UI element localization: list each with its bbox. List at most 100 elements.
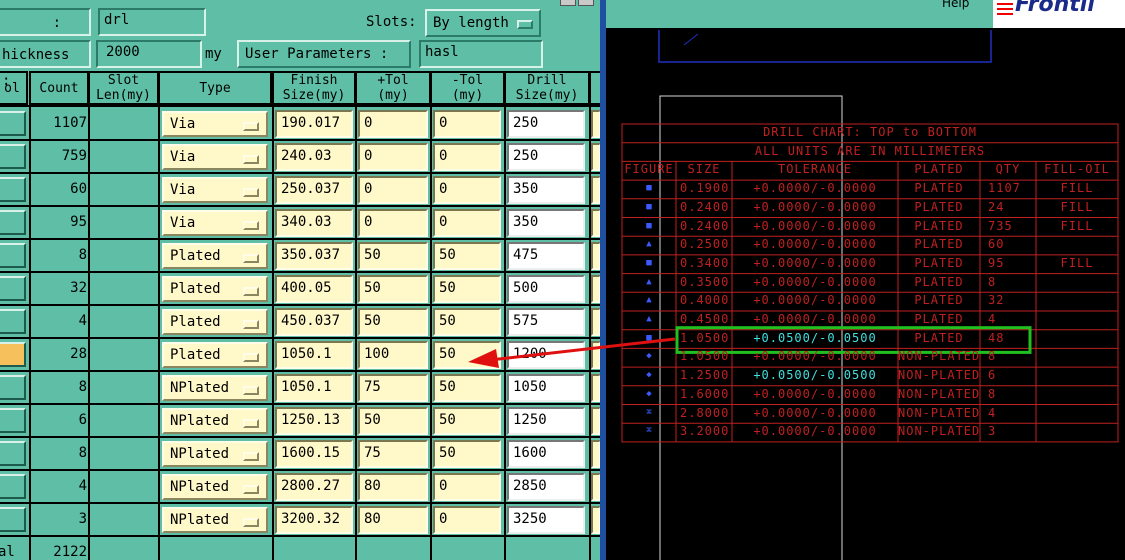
type-option-menu[interactable]: NPlated bbox=[162, 375, 268, 401]
drill-size-input[interactable]: 1250 bbox=[507, 407, 585, 435]
finish-size-input[interactable]: 350.037 bbox=[275, 242, 353, 270]
finish-size-input[interactable]: 340.03 bbox=[275, 209, 353, 237]
table-row: 1107 Via 190.017 0 0 250 bbox=[0, 107, 602, 140]
tool-select-button[interactable] bbox=[0, 111, 26, 136]
figure-symbol-icon: ◆ bbox=[646, 351, 652, 362]
finish-size-input[interactable]: 1050.1 bbox=[275, 374, 353, 402]
finish-size-input[interactable]: 1250.13 bbox=[275, 407, 353, 435]
tool-select-button[interactable] bbox=[0, 342, 26, 367]
plus-tol-input[interactable]: 0 bbox=[358, 176, 428, 204]
drill-size-input[interactable]: 575 bbox=[507, 308, 585, 336]
drill-size-input[interactable]: 1050 bbox=[507, 374, 585, 402]
tool-select-button[interactable] bbox=[0, 375, 26, 400]
header-finish-size-label: Finish Size(my) bbox=[282, 73, 346, 103]
finish-size-input[interactable]: 1600.15 bbox=[275, 440, 353, 468]
chart-qty-cell: 60 bbox=[988, 237, 1005, 252]
chart-size-cell: 0.4000 bbox=[680, 293, 730, 308]
minus-tol-input[interactable]: 50 bbox=[433, 374, 501, 402]
type-option-menu[interactable]: NPlated bbox=[162, 441, 268, 467]
tool-select-button[interactable] bbox=[0, 243, 26, 268]
type-value: NPlated bbox=[170, 380, 230, 396]
plus-tol-input[interactable]: 100 bbox=[358, 341, 428, 369]
finish-size-input[interactable]: 1050.1 bbox=[275, 341, 353, 369]
header-slot-len: Slot Len(my) bbox=[88, 71, 159, 105]
finish-size-input[interactable]: 450.037 bbox=[275, 308, 353, 336]
minus-tol-input[interactable]: 0 bbox=[433, 209, 501, 237]
drill-size-input[interactable]: 500 bbox=[507, 275, 585, 303]
tool-select-button[interactable] bbox=[0, 408, 26, 433]
drill-size-input[interactable]: 1600 bbox=[507, 440, 585, 468]
drill-size-input[interactable]: 350 bbox=[507, 176, 585, 204]
tool-select-button[interactable] bbox=[0, 474, 26, 499]
tool-select-button[interactable] bbox=[0, 144, 26, 169]
chart-fill-cell: FILL bbox=[1060, 218, 1094, 233]
drill-size-input[interactable]: 350 bbox=[507, 209, 585, 237]
tool-select-button[interactable] bbox=[0, 309, 26, 334]
type-option-menu[interactable]: Plated bbox=[162, 309, 268, 335]
minus-tol-input[interactable]: 50 bbox=[433, 242, 501, 270]
minus-tol-input[interactable]: 50 bbox=[433, 308, 501, 336]
plus-tol-input[interactable]: 50 bbox=[358, 308, 428, 336]
plus-tol-input[interactable]: 80 bbox=[358, 506, 428, 534]
type-option-menu[interactable]: Plated bbox=[162, 276, 268, 302]
drill-size-input[interactable]: 475 bbox=[507, 242, 585, 270]
option-menu-indicator-icon bbox=[243, 122, 259, 131]
type-option-menu[interactable]: Via bbox=[162, 144, 268, 170]
finish-size-input[interactable]: 190.017 bbox=[275, 110, 353, 138]
minus-tol-input[interactable]: 0 bbox=[433, 506, 501, 534]
tool-select-button[interactable] bbox=[0, 507, 26, 532]
drill-size-input[interactable]: 3250 bbox=[507, 506, 585, 534]
chart-title: DRILL CHART: TOP to BOTTOM bbox=[763, 125, 977, 139]
plus-tol-input[interactable]: 50 bbox=[358, 275, 428, 303]
finish-size-input[interactable]: 250.037 bbox=[275, 176, 353, 204]
drill-size-input[interactable]: 250 bbox=[507, 110, 585, 138]
cad-viewport[interactable]: Help Frontli DRILL CHART: TOP to BOTTOM A… bbox=[606, 0, 1125, 560]
user-parameters-button[interactable]: User Parameters : bbox=[237, 40, 411, 68]
plus-tol-input[interactable]: 0 bbox=[358, 110, 428, 138]
minus-tol-input[interactable]: 50 bbox=[433, 341, 501, 369]
plus-tol-input[interactable]: 0 bbox=[358, 209, 428, 237]
minus-tol-input[interactable]: 50 bbox=[433, 407, 501, 435]
tool-select-button[interactable] bbox=[0, 276, 26, 301]
tool-select-button[interactable] bbox=[0, 210, 26, 235]
finish-size-input[interactable]: 400.05 bbox=[275, 275, 353, 303]
slots-option-menu[interactable]: By length bbox=[425, 9, 541, 37]
type-option-menu[interactable]: Via bbox=[162, 210, 268, 236]
minus-tol-input[interactable]: 0 bbox=[433, 110, 501, 138]
finish-size-input[interactable]: 2800.27 bbox=[275, 473, 353, 501]
plus-tol-input[interactable]: 80 bbox=[358, 473, 428, 501]
thickness-field[interactable]: 2000 bbox=[96, 40, 202, 68]
drill-size-input[interactable]: 250 bbox=[507, 143, 585, 171]
close-window-button[interactable] bbox=[578, 0, 594, 6]
drill-size-input[interactable]: 2850 bbox=[507, 473, 585, 501]
minus-tol-input[interactable]: 0 bbox=[433, 176, 501, 204]
minus-tol-input[interactable]: 50 bbox=[433, 440, 501, 468]
type-option-menu[interactable]: Plated bbox=[162, 243, 268, 269]
minimize-window-button[interactable] bbox=[560, 0, 576, 6]
plus-tol-input[interactable]: 50 bbox=[358, 407, 428, 435]
finish-size-input[interactable]: 240.03 bbox=[275, 143, 353, 171]
drill-size-input[interactable]: 1200 bbox=[507, 341, 585, 369]
type-option-menu[interactable]: Plated bbox=[162, 342, 268, 368]
drill-file-name-field[interactable]: drl bbox=[98, 8, 206, 36]
drill-file-label: : bbox=[0, 8, 91, 36]
tool-select-button[interactable] bbox=[0, 441, 26, 466]
plus-tol-input[interactable]: 75 bbox=[358, 374, 428, 402]
type-option-menu[interactable]: Via bbox=[162, 177, 268, 203]
minus-tol-input[interactable]: 0 bbox=[433, 473, 501, 501]
chart-tolerance-cell: +0.0000/-0.0000 bbox=[753, 274, 877, 289]
table-row: 8 NPlated 1600.15 75 50 1600 bbox=[0, 437, 602, 470]
user-parameters-field[interactable]: hasl bbox=[419, 40, 543, 68]
plus-tol-input[interactable]: 75 bbox=[358, 440, 428, 468]
tool-select-button[interactable] bbox=[0, 177, 26, 202]
plus-tol-input[interactable]: 0 bbox=[358, 143, 428, 171]
finish-size-input[interactable]: 3200.32 bbox=[275, 506, 353, 534]
type-option-menu[interactable]: NPlated bbox=[162, 474, 268, 500]
minus-tol-input[interactable]: 0 bbox=[433, 143, 501, 171]
type-option-menu[interactable]: Via bbox=[162, 111, 268, 137]
type-option-menu[interactable]: NPlated bbox=[162, 507, 268, 533]
type-option-menu[interactable]: NPlated bbox=[162, 408, 268, 434]
minus-tol-input[interactable]: 50 bbox=[433, 275, 501, 303]
chart-size-cell: 3.2000 bbox=[680, 424, 730, 439]
plus-tol-input[interactable]: 50 bbox=[358, 242, 428, 270]
